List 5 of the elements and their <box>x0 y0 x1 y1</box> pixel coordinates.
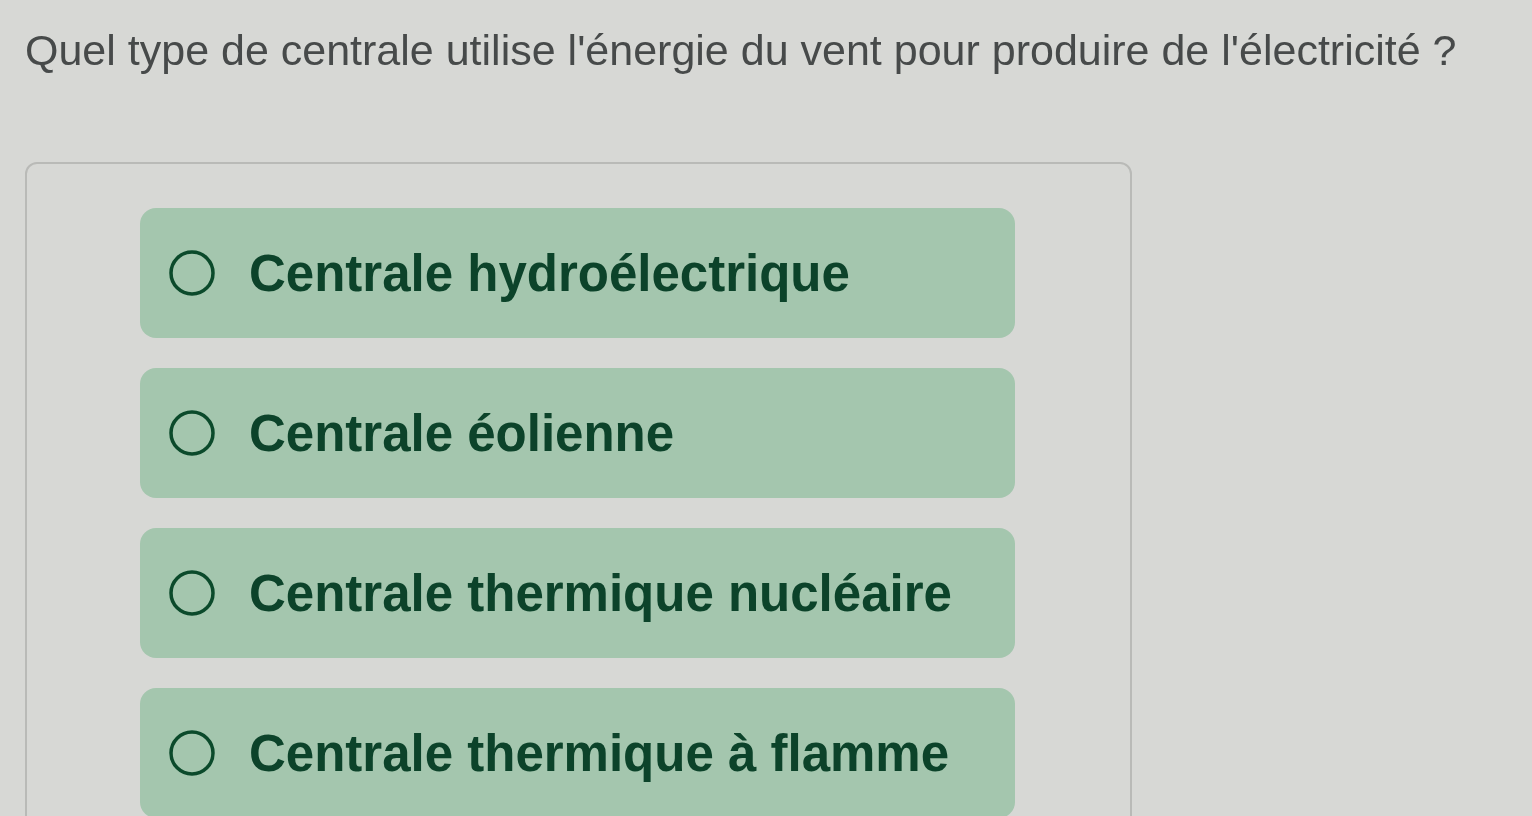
question-text: Quel type de centrale utilise l'énergie du vent pour produire de l'électricité ? <box>25 25 1458 75</box>
answer-option[interactable]: Centrale thermique à flamme <box>140 688 1015 816</box>
answer-option[interactable]: Centrale éolienne <box>140 368 1015 498</box>
answer-option[interactable]: Centrale hydroélectrique <box>140 208 1015 338</box>
answer-option[interactable]: Centrale thermique nucléaire <box>140 528 1015 658</box>
